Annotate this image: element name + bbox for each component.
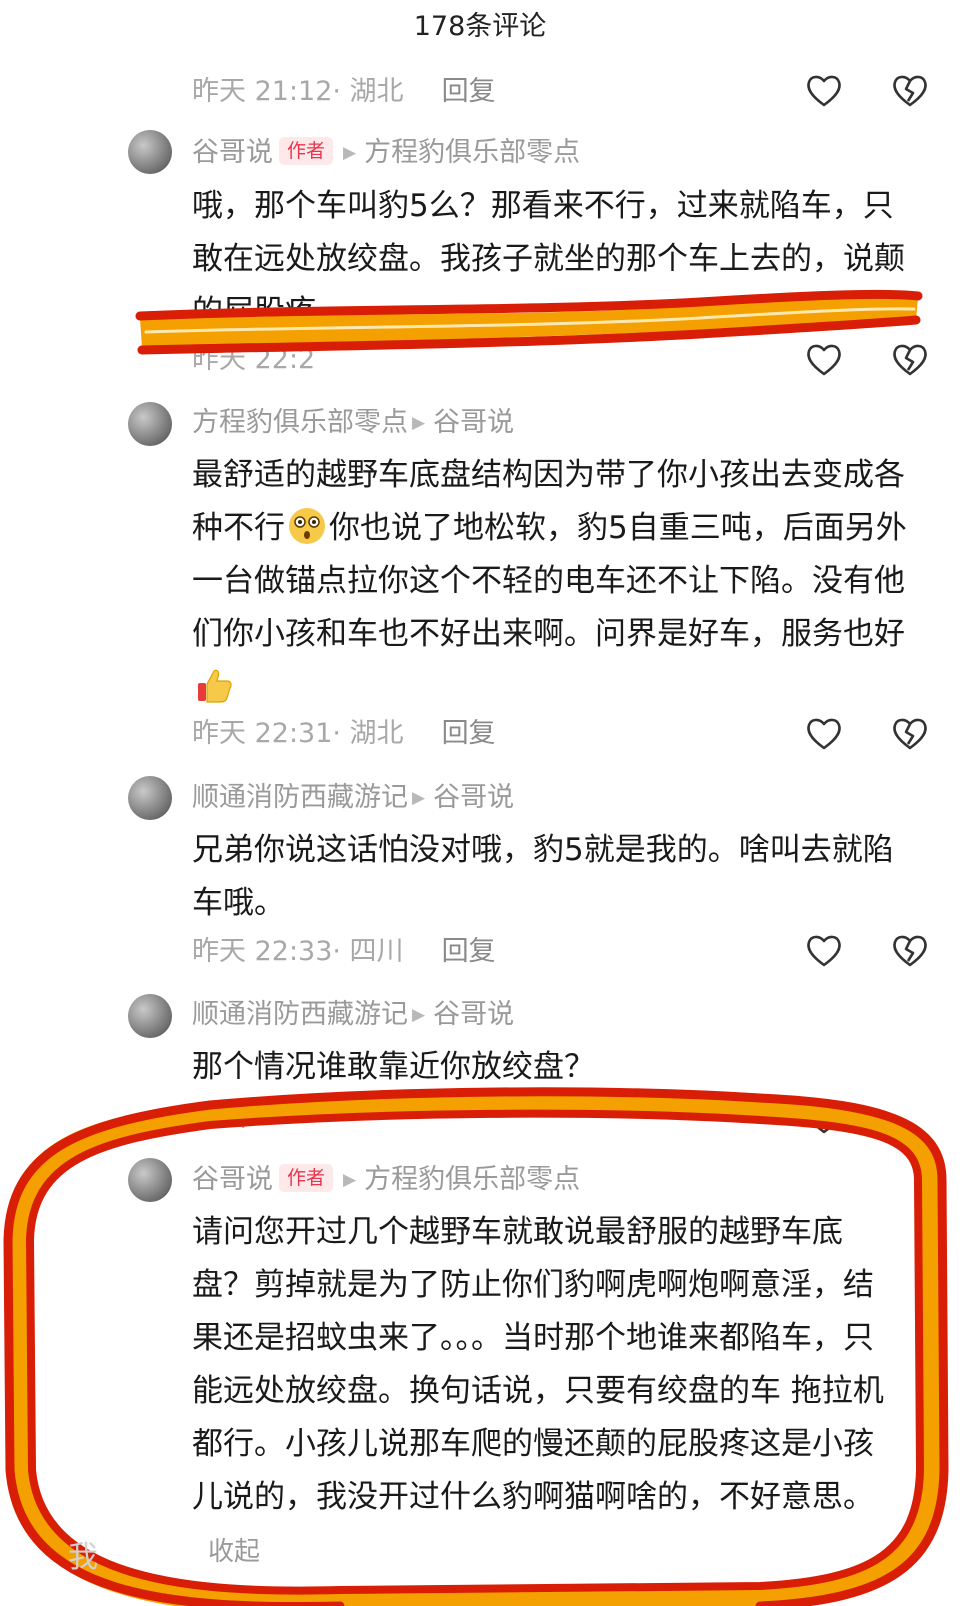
comment-text-body: 请问您开过几个越野车就敢说最舒服的越野车底盘？剪掉就是为了防止你们豹啊虎啊炮啊意… [192, 1214, 884, 1515]
heart-outline-icon[interactable] [804, 714, 844, 754]
comment-author-row: 方程豹俱乐部零点 ▶ 谷哥说 [192, 403, 514, 443]
comment-text: 哦，那个车叫豹5么？那看来不行，过来就陷车，只敢在远处放绞盘。我孩子就坐的那个车… [192, 188, 905, 330]
watermark: 我 [68, 1540, 100, 1575]
heart-outline-icon[interactable] [804, 340, 844, 380]
reply-arrow-icon: ▶ [343, 143, 357, 163]
comment-meta: 昨天 21:12· 湖北 回复 [192, 72, 496, 112]
author-name[interactable]: 顺通消防西藏游记 [192, 999, 408, 1030]
reply-to-name[interactable]: 方程豹俱乐部零点 [364, 137, 580, 168]
comment-author-row: 谷哥说 作者 ▶ 方程豹俱乐部零点 [192, 1160, 580, 1200]
author-name[interactable]: 谷哥说 [192, 137, 273, 168]
reply-button[interactable]: 回复 [442, 936, 496, 967]
astonished-emoji-icon [289, 508, 325, 544]
comment-text: 请问您开过几个越野车就敢说最舒服的越野车底盘？剪掉就是为了防止你们豹啊虎啊炮啊意… [192, 1206, 892, 1579]
reply-to-name[interactable]: 谷哥说 [433, 407, 514, 438]
broken-heart-outline-icon[interactable] [890, 71, 930, 111]
broken-heart-outline-icon[interactable] [890, 340, 930, 380]
comment-meta: 昨天 22:2 [192, 340, 315, 380]
comment-author-row: 谷哥说 作者 ▶ 方程豹俱乐部零点 [192, 133, 580, 173]
author-name[interactable]: 顺通消防西藏游记 [192, 782, 408, 813]
author-badge: 作者 [279, 1163, 334, 1192]
reply-to-name[interactable]: 谷哥说 [433, 782, 514, 813]
reply-button[interactable]: 回复 [442, 718, 496, 749]
reply-to-name[interactable]: 方程豹俱乐部零点 [364, 1164, 580, 1195]
comment-time-location: 昨天 22:33· 四川 [192, 936, 404, 967]
reply-arrow-icon: ▶ [412, 1005, 426, 1025]
comment-meta: 昨天 22:33· 四川 回复 [192, 932, 496, 972]
avatar[interactable] [128, 776, 172, 820]
comment-text: 兄弟你说这话怕没对哦，豹5就是我的。啥叫去就陷车哦。 [192, 832, 894, 921]
comment-meta: 昨天 [192, 1098, 246, 1138]
comment-author-row: 顺通消防西藏游记 ▶ 谷哥说 [192, 995, 514, 1035]
author-name[interactable]: 方程豹俱乐部零点 [192, 407, 408, 438]
broken-heart-outline-icon[interactable] [890, 931, 930, 971]
comment-text: 那个情况谁敢靠近你放绞盘？ [192, 1049, 595, 1085]
comment-time-location: 昨天 22:31· 湖北 [192, 718, 404, 749]
comment-time-location: 昨天 21:12· 湖北 [192, 76, 404, 107]
heart-outline-icon[interactable] [804, 71, 844, 111]
comment-author-row: 顺通消防西藏游记 ▶ 谷哥说 [192, 778, 514, 818]
broken-heart-outline-icon[interactable] [890, 714, 930, 754]
comments-count-title: 178条评论 [413, 11, 547, 42]
heart-outline-icon[interactable] [804, 931, 844, 971]
reply-arrow-icon: ▶ [412, 788, 426, 808]
reply-arrow-icon: ▶ [412, 413, 426, 433]
thumbs-up-emoji-icon [198, 669, 232, 703]
author-badge: 作者 [279, 136, 334, 165]
heart-outline-icon[interactable] [804, 1098, 844, 1138]
avatar[interactable] [128, 402, 172, 446]
avatar[interactable] [128, 1158, 172, 1202]
avatar[interactable] [128, 994, 172, 1038]
author-name[interactable]: 谷哥说 [192, 1164, 273, 1195]
collapse-button[interactable]: 收起 [208, 1537, 260, 1567]
reply-arrow-icon: ▶ [343, 1170, 357, 1190]
comment-meta: 昨天 22:31· 湖北 回复 [192, 714, 496, 754]
reply-to-name[interactable]: 谷哥说 [433, 999, 514, 1030]
comment-time-location: 昨天 [192, 1102, 246, 1133]
comment-text: 最舒适的越野车底盘结构因为带了你小孩出去变成各种不行 你也说了地松软，豹5自重三吨… [192, 449, 912, 714]
reply-button[interactable]: 回复 [442, 76, 496, 107]
comment-time-location: 昨天 22:2 [192, 344, 316, 375]
avatar[interactable] [128, 130, 172, 174]
